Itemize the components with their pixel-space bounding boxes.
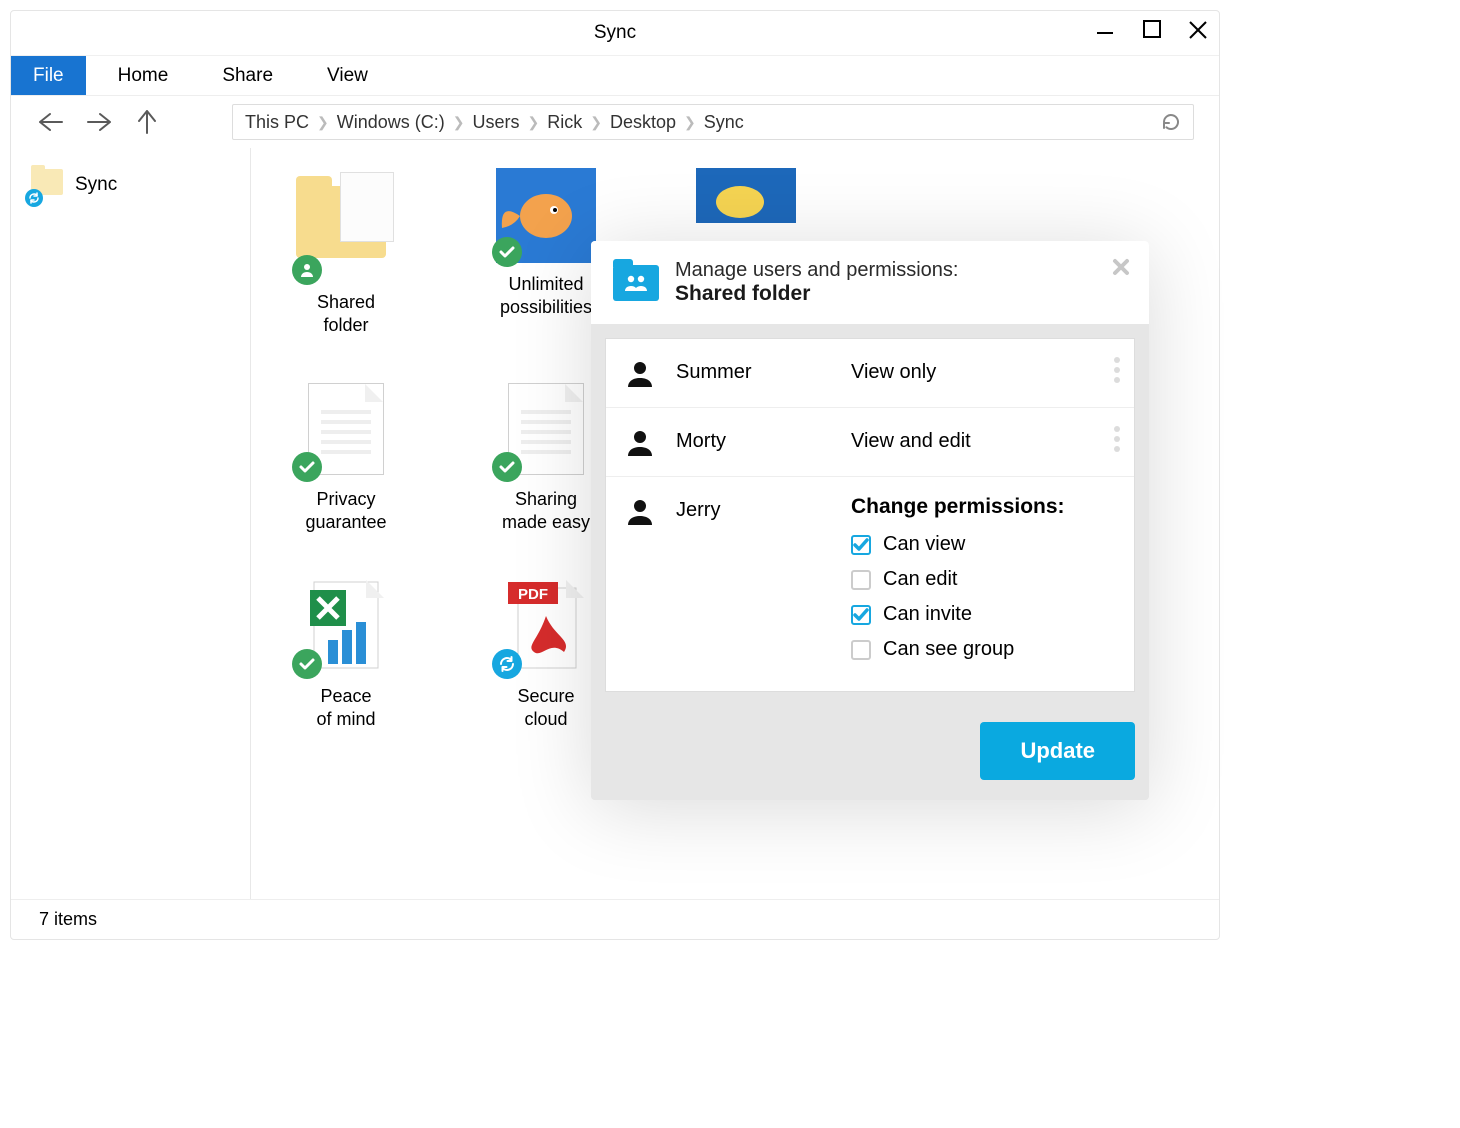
explorer-window: Sync File Home Share View [10, 10, 1220, 940]
perm-can-see-group[interactable]: Can see group [851, 638, 1065, 661]
perm-can-edit[interactable]: Can edit [851, 568, 1065, 591]
user-list: Summer View only Morty View and edit [605, 338, 1135, 692]
perm-can-invite[interactable]: Can invite [851, 603, 1065, 626]
perm-label: Can invite [883, 603, 972, 626]
sync-overlay-icon [492, 649, 522, 679]
sync-overlay-icon [25, 189, 43, 207]
check-overlay-icon [492, 237, 522, 267]
status-item-count: 7 items [39, 909, 97, 930]
update-button[interactable]: Update [980, 722, 1135, 780]
tab-share[interactable]: Share [200, 56, 295, 95]
file-label: guarantee [305, 512, 386, 532]
window-title: Sync [11, 22, 1219, 44]
folder-icon [31, 169, 63, 201]
file-shared-folder[interactable]: Shared folder [271, 168, 421, 338]
svg-text:PDF: PDF [518, 586, 548, 603]
user-permission: View only [851, 357, 936, 384]
sidebar-item-sync[interactable]: Sync [11, 166, 250, 204]
file-label: folder [323, 315, 368, 335]
user-row: Summer View only [606, 339, 1134, 408]
user-row: Morty View and edit [606, 408, 1134, 477]
checkbox-icon[interactable] [851, 605, 871, 625]
ribbon-tabs: File Home Share View [11, 56, 1219, 96]
maximize-icon[interactable] [1142, 19, 1162, 43]
user-name: Jerry [676, 495, 831, 522]
change-permissions-heading: Change permissions: [851, 495, 1065, 519]
more-icon[interactable] [1114, 357, 1120, 383]
statusbar: 7 items [11, 899, 1219, 939]
breadcrumb-seg[interactable]: Windows (C:) [337, 112, 445, 133]
file-label: possibilities [500, 297, 592, 317]
person-icon [624, 426, 656, 458]
minimize-icon[interactable] [1093, 19, 1117, 43]
shared-folder-icon [613, 265, 659, 301]
back-icon[interactable] [36, 109, 66, 135]
chevron-right-icon: ❯ [528, 114, 540, 131]
check-overlay-icon [292, 649, 322, 679]
file-label: cloud [524, 709, 567, 729]
up-icon[interactable] [132, 109, 162, 135]
user-permission: View and edit [851, 426, 971, 453]
file-label: of mind [316, 709, 375, 729]
file-label: Sharing [515, 489, 577, 509]
dialog-close-icon[interactable] [1111, 257, 1131, 277]
navbar: This PC ❯ Windows (C:) ❯ Users ❯ Rick ❯ … [11, 96, 1219, 148]
person-icon [624, 495, 656, 527]
tab-home[interactable]: Home [96, 56, 191, 95]
breadcrumb-seg[interactable]: Users [473, 112, 520, 133]
breadcrumb-seg[interactable]: Sync [704, 112, 744, 133]
close-icon[interactable] [1187, 19, 1209, 43]
more-icon[interactable] [1114, 426, 1120, 452]
chevron-right-icon: ❯ [590, 114, 602, 131]
checkbox-icon[interactable] [851, 535, 871, 555]
permissions-dialog: Manage users and permissions: Shared fol… [591, 241, 1149, 800]
file-label: Shared [317, 292, 375, 312]
dialog-header: Manage users and permissions: Shared fol… [591, 241, 1149, 324]
dialog-title: Manage users and permissions: [675, 259, 958, 282]
file-privacy-guarantee[interactable]: Privacy guarantee [271, 383, 421, 535]
file-label: Unlimited [508, 274, 583, 294]
check-overlay-icon [292, 452, 322, 482]
checkbox-icon[interactable] [851, 640, 871, 660]
image-thumb-icon [696, 168, 796, 223]
forward-icon[interactable] [84, 109, 114, 135]
file-label: Privacy [316, 489, 375, 509]
user-overlay-icon [292, 255, 322, 285]
window-controls [1093, 19, 1209, 43]
file-peace-of-mind[interactable]: Peace of mind [271, 580, 421, 732]
breadcrumb-seg[interactable]: Rick [547, 112, 582, 133]
chevron-right-icon: ❯ [684, 114, 696, 131]
perm-label: Can view [883, 533, 965, 556]
sidebar-item-label: Sync [75, 174, 117, 196]
user-row-expanded: Jerry Change permissions: Can view [606, 477, 1134, 691]
breadcrumb-seg[interactable]: Desktop [610, 112, 676, 133]
perm-label: Can see group [883, 638, 1014, 661]
chevron-right-icon: ❯ [317, 114, 329, 131]
breadcrumb[interactable]: This PC ❯ Windows (C:) ❯ Users ❯ Rick ❯ … [232, 104, 1194, 140]
perm-label: Can edit [883, 568, 958, 591]
breadcrumb-seg[interactable]: This PC [245, 112, 309, 133]
user-name: Summer [676, 357, 831, 384]
person-icon [624, 357, 656, 389]
checkbox-icon[interactable] [851, 570, 871, 590]
check-overlay-icon [492, 452, 522, 482]
chevron-right-icon: ❯ [453, 114, 465, 131]
sidebar: Sync [11, 148, 251, 899]
titlebar: Sync [11, 11, 1219, 56]
dialog-subtitle: Shared folder [675, 282, 958, 306]
tab-file[interactable]: File [11, 56, 86, 95]
perm-can-view[interactable]: Can view [851, 533, 1065, 556]
user-name: Morty [676, 426, 831, 453]
file-label: Peace [320, 686, 371, 706]
file-label: made easy [502, 512, 590, 532]
file-label: Secure [517, 686, 574, 706]
refresh-icon[interactable] [1161, 112, 1181, 132]
tab-view[interactable]: View [305, 56, 390, 95]
